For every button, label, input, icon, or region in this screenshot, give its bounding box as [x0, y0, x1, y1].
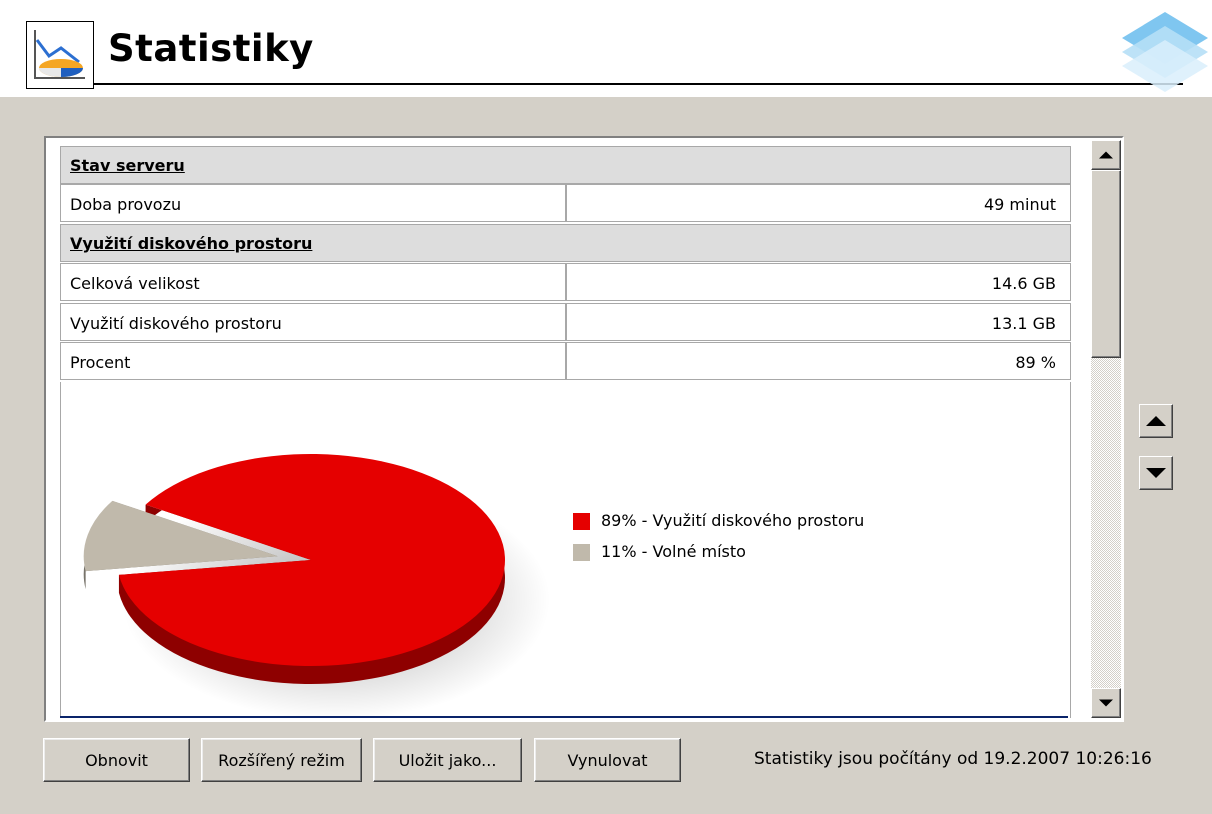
- statistics-chart-icon: [26, 21, 94, 89]
- section-title: Stav serveru: [70, 156, 185, 175]
- arrow-up-icon: [1099, 151, 1113, 159]
- reset-button[interactable]: Vynulovat: [534, 738, 681, 782]
- arrow-down-icon: [1099, 699, 1113, 707]
- vertical-scrollbar[interactable]: [1091, 140, 1121, 718]
- legend-swatch-used: [573, 513, 590, 530]
- table-row: Procent 89 %: [60, 342, 1071, 380]
- section-server-status: Stav serveru: [60, 146, 1071, 184]
- header-divider: [94, 83, 1183, 85]
- header: Statistiky: [0, 0, 1212, 97]
- panel-bottom-border: [60, 716, 1068, 718]
- row-value: 14.6 GB: [991, 274, 1056, 293]
- scrollbar-thumb[interactable]: [1091, 170, 1121, 358]
- page-title: Statistiky: [108, 27, 314, 70]
- table-row: Doba provozu 49 minut: [60, 184, 1071, 222]
- row-value: 49 minut: [983, 195, 1056, 214]
- row-label: Doba provozu: [70, 195, 182, 214]
- table-row: Celková velikost 14.6 GB: [60, 263, 1071, 301]
- page-up-button[interactable]: [1139, 404, 1173, 438]
- table-row: Využití diskového prostoru 13.1 GB: [60, 303, 1071, 341]
- section-title: Využití diskového prostoru: [70, 234, 313, 253]
- arrow-down-icon: [1146, 468, 1166, 478]
- legend-label: 11% - Volné místo: [601, 542, 746, 561]
- row-value: 13.1 GB: [991, 314, 1056, 333]
- pie-chart: [83, 454, 550, 718]
- row-value: 89 %: [1015, 353, 1056, 372]
- advanced-mode-button[interactable]: Rozšířený režim: [201, 738, 362, 782]
- page-down-button[interactable]: [1139, 456, 1173, 490]
- scroll-down-button[interactable]: [1091, 688, 1121, 718]
- row-label: Využití diskového prostoru: [70, 314, 282, 333]
- legend-label: 89% - Využití diskového prostoru: [601, 511, 865, 530]
- refresh-button[interactable]: Obnovit: [43, 738, 190, 782]
- disk-usage-chart: 89% - Využití diskového prostoru 11% - V…: [60, 382, 1071, 718]
- section-disk-usage: Využití diskového prostoru: [60, 224, 1071, 262]
- statistics-table: Stav serveru Doba provozu 49 minut Využi…: [60, 146, 1073, 718]
- brand-logo-icon: [1122, 12, 1208, 92]
- statistics-since-label: Statistiky jsou počítány od 19.2.2007 10…: [754, 749, 1152, 769]
- row-label: Procent: [70, 353, 131, 372]
- arrow-up-icon: [1146, 416, 1166, 426]
- legend-swatch-free: [573, 544, 590, 561]
- scroll-up-button[interactable]: [1091, 140, 1121, 170]
- save-as-button[interactable]: Uložit jako...: [373, 738, 522, 782]
- row-label: Celková velikost: [70, 274, 200, 293]
